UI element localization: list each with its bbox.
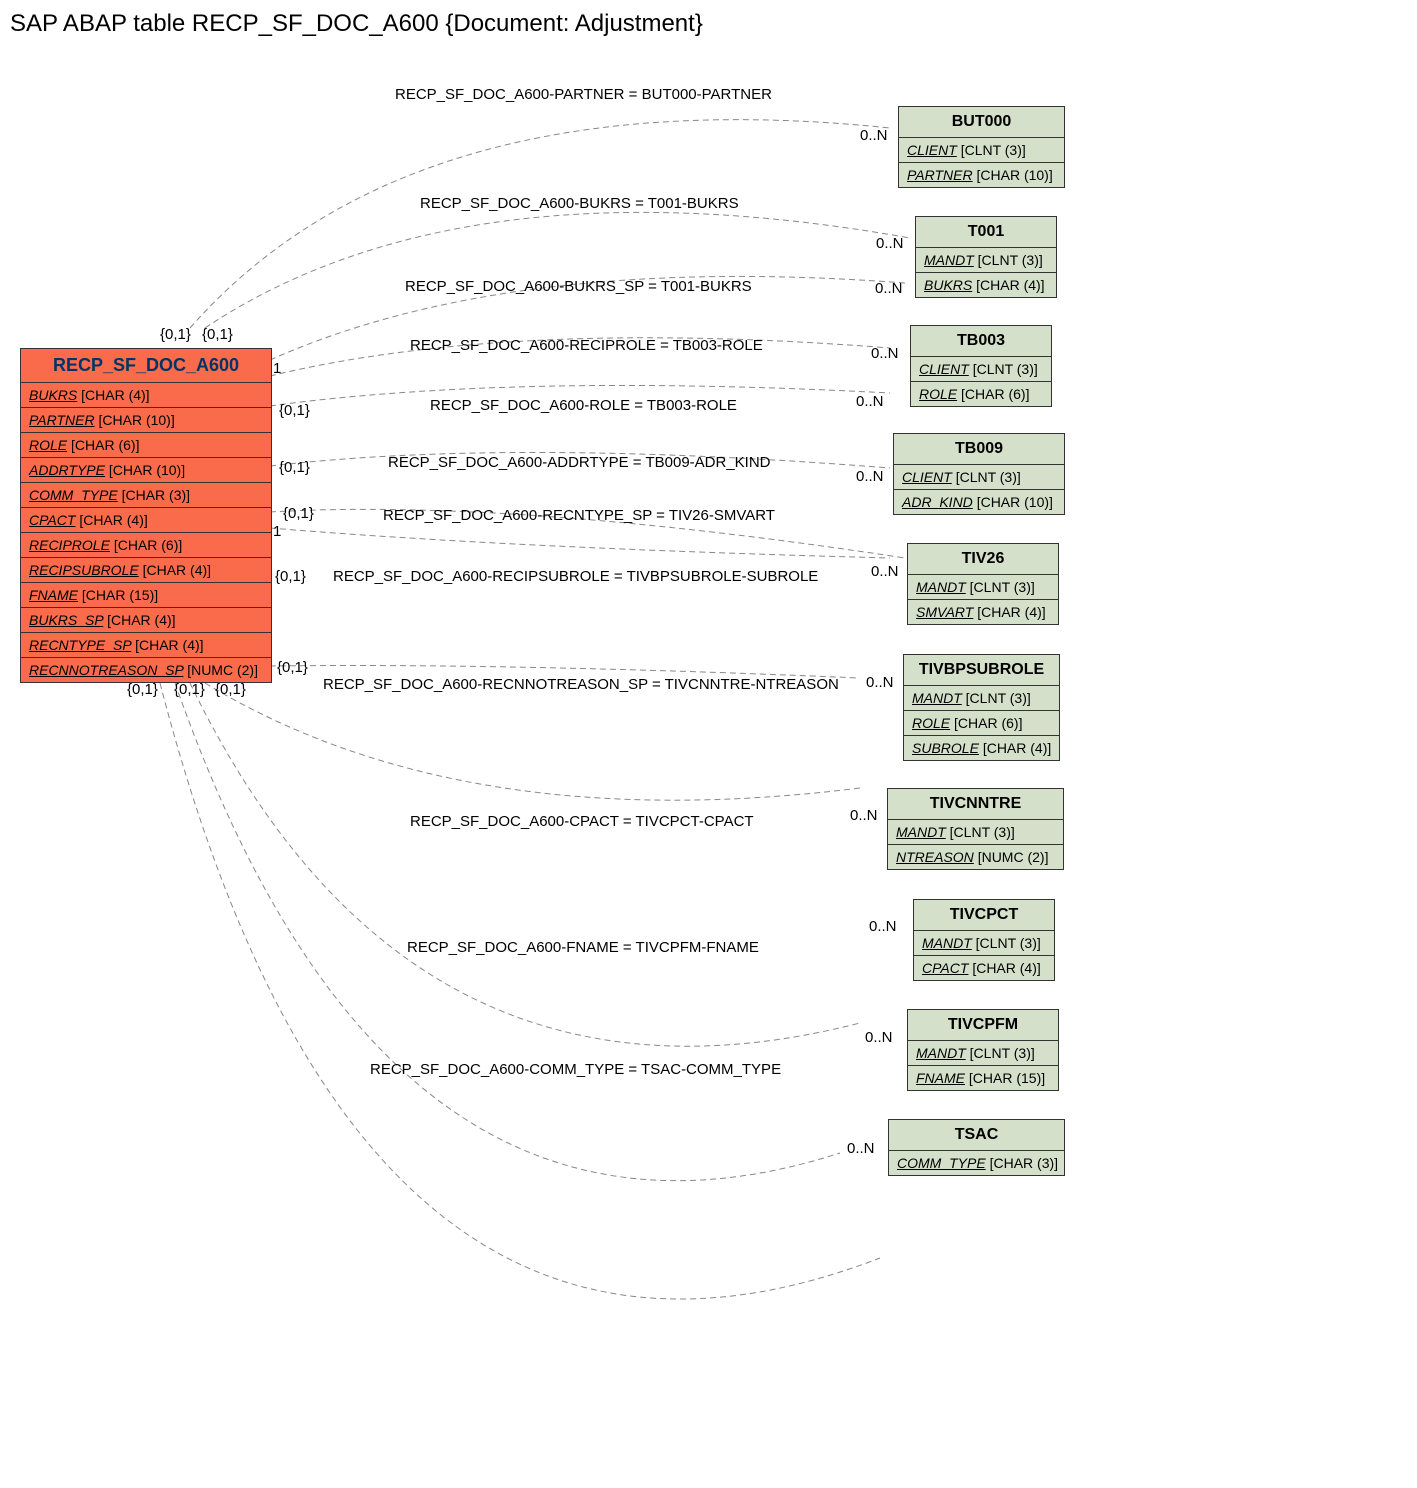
relation-label: RECP_SF_DOC_A600-RECNNOTREASON_SP = TIVC… xyxy=(323,676,839,693)
cardinality-left: 1 xyxy=(273,360,281,377)
page-title: SAP ABAP table RECP_SF_DOC_A600 {Documen… xyxy=(10,10,1407,38)
relation-label: RECP_SF_DOC_A600-RECIPSUBROLE = TIVBPSUB… xyxy=(333,568,818,585)
entity-name: TB003 xyxy=(911,326,1051,357)
field-row: MANDT [CLNT (3)] xyxy=(908,1041,1058,1066)
field-row: BUKRS [CHAR (4)] xyxy=(21,383,271,408)
cardinality-left: {0,1} xyxy=(279,402,310,419)
cardinality-right: 0..N xyxy=(875,280,903,297)
field-row: SMVART [CHAR (4)] xyxy=(908,600,1058,624)
target-entity-tiv26: TIV26 MANDT [CLNT (3)] SMVART [CHAR (4)] xyxy=(907,543,1059,625)
cardinality-left: {0,1} xyxy=(279,459,310,476)
field-row: CPACT [CHAR (4)] xyxy=(21,508,271,533)
field-row: MANDT [CLNT (3)] xyxy=(916,248,1056,273)
target-entity-tb009: TB009 CLIENT [CLNT (3)] ADR_KIND [CHAR (… xyxy=(893,433,1065,515)
cardinality-left: {0,1} xyxy=(127,681,158,698)
field-row: BUKRS_SP [CHAR (4)] xyxy=(21,608,271,633)
cardinality-left: {0,1} xyxy=(215,681,246,698)
field-row: SUBROLE [CHAR (4)] xyxy=(904,736,1059,760)
cardinality-right: 0..N xyxy=(856,468,884,485)
target-entity-tb003: TB003 CLIENT [CLNT (3)] ROLE [CHAR (6)] xyxy=(910,325,1052,407)
cardinality-right: 0..N xyxy=(871,345,899,362)
field-row: MANDT [CLNT (3)] xyxy=(908,575,1058,600)
relation-label: RECP_SF_DOC_A600-ADDRTYPE = TB009-ADR_KI… xyxy=(388,454,771,471)
cardinality-left: {0,1} xyxy=(160,326,191,343)
cardinality-left: {0,1} xyxy=(174,681,205,698)
relation-label: RECP_SF_DOC_A600-COMM_TYPE = TSAC-COMM_T… xyxy=(370,1061,781,1078)
field-row: FNAME [CHAR (15)] xyxy=(21,583,271,608)
entity-name: TIV26 xyxy=(908,544,1058,575)
cardinality-right: 0..N xyxy=(865,1029,893,1046)
target-entity-tivbpsubrole: TIVBPSUBROLE MANDT [CLNT (3)] ROLE [CHAR… xyxy=(903,654,1060,761)
field-row: BUKRS [CHAR (4)] xyxy=(916,273,1056,297)
field-row: CPACT [CHAR (4)] xyxy=(914,956,1054,980)
target-entity-t001: T001 MANDT [CLNT (3)] BUKRS [CHAR (4)] xyxy=(915,216,1057,298)
field-row: CLIENT [CLNT (3)] xyxy=(911,357,1051,382)
target-entity-but000: BUT000 CLIENT [CLNT (3)] PARTNER [CHAR (… xyxy=(898,106,1065,188)
entity-name: TIVBPSUBROLE xyxy=(904,655,1059,686)
cardinality-right: 0..N xyxy=(847,1140,875,1157)
entity-name: TIVCPFM xyxy=(908,1010,1058,1041)
cardinality-left: 1 xyxy=(273,523,281,540)
target-entity-tsac: TSAC COMM_TYPE [CHAR (3)] xyxy=(888,1119,1065,1176)
cardinality-left: {0,1} xyxy=(277,659,308,676)
entity-name: TIVCPCT xyxy=(914,900,1054,931)
cardinality-right: 0..N xyxy=(876,235,904,252)
relation-label: RECP_SF_DOC_A600-RECNTYPE_SP = TIV26-SMV… xyxy=(383,507,775,524)
field-row: CLIENT [CLNT (3)] xyxy=(894,465,1064,490)
relation-label: RECP_SF_DOC_A600-RECIPROLE = TB003-ROLE xyxy=(410,337,763,354)
main-entity-name: RECP_SF_DOC_A600 xyxy=(21,349,271,383)
relation-label: RECP_SF_DOC_A600-ROLE = TB003-ROLE xyxy=(430,397,737,414)
field-row: MANDT [CLNT (3)] xyxy=(888,820,1063,845)
relation-label: RECP_SF_DOC_A600-PARTNER = BUT000-PARTNE… xyxy=(395,86,772,103)
field-row: PARTNER [CHAR (10)] xyxy=(899,163,1064,187)
target-entity-tivcpfm: TIVCPFM MANDT [CLNT (3)] FNAME [CHAR (15… xyxy=(907,1009,1059,1091)
cardinality-left: {0,1} xyxy=(275,568,306,585)
field-row: ROLE [CHAR (6)] xyxy=(21,433,271,458)
field-row: ROLE [CHAR (6)] xyxy=(911,382,1051,406)
field-row: MANDT [CLNT (3)] xyxy=(914,931,1054,956)
main-entity: RECP_SF_DOC_A600 BUKRS [CHAR (4)] PARTNE… xyxy=(20,348,272,683)
entity-name: BUT000 xyxy=(899,107,1064,138)
field-row: NTREASON [NUMC (2)] xyxy=(888,845,1063,869)
cardinality-right: 0..N xyxy=(850,807,878,824)
relation-label: RECP_SF_DOC_A600-CPACT = TIVCPCT-CPACT xyxy=(410,813,754,830)
field-row: ADDRTYPE [CHAR (10)] xyxy=(21,458,271,483)
cardinality-right: 0..N xyxy=(860,127,888,144)
field-row: FNAME [CHAR (15)] xyxy=(908,1066,1058,1090)
field-row: PARTNER [CHAR (10)] xyxy=(21,408,271,433)
entity-name: TIVCNNTRE xyxy=(888,789,1063,820)
cardinality-left: {0,1} xyxy=(202,326,233,343)
field-row: RECIPSUBROLE [CHAR (4)] xyxy=(21,558,271,583)
cardinality-left: {0,1} xyxy=(283,505,314,522)
relation-label: RECP_SF_DOC_A600-BUKRS = T001-BUKRS xyxy=(420,195,739,212)
relation-label: RECP_SF_DOC_A600-BUKRS_SP = T001-BUKRS xyxy=(405,278,752,295)
relation-label: RECP_SF_DOC_A600-FNAME = TIVCPFM-FNAME xyxy=(407,939,759,956)
field-row: RECNNOTREASON_SP [NUMC (2)] xyxy=(21,658,271,682)
field-row: RECNTYPE_SP [CHAR (4)] xyxy=(21,633,271,658)
entity-name: TSAC xyxy=(889,1120,1064,1151)
field-row: MANDT [CLNT (3)] xyxy=(904,686,1059,711)
diagram-container: RECP_SF_DOC_A600 BUKRS [CHAR (4)] PARTNE… xyxy=(10,58,1407,1478)
field-row: ROLE [CHAR (6)] xyxy=(904,711,1059,736)
entity-name: T001 xyxy=(916,217,1056,248)
target-entity-tivcpct: TIVCPCT MANDT [CLNT (3)] CPACT [CHAR (4)… xyxy=(913,899,1055,981)
field-row: COMM_TYPE [CHAR (3)] xyxy=(889,1151,1064,1175)
field-row: ADR_KIND [CHAR (10)] xyxy=(894,490,1064,514)
cardinality-right: 0..N xyxy=(856,393,884,410)
target-entity-tivcnntre: TIVCNNTRE MANDT [CLNT (3)] NTREASON [NUM… xyxy=(887,788,1064,870)
field-row: CLIENT [CLNT (3)] xyxy=(899,138,1064,163)
field-row: RECIPROLE [CHAR (6)] xyxy=(21,533,271,558)
cardinality-right: 0..N xyxy=(871,563,899,580)
entity-name: TB009 xyxy=(894,434,1064,465)
field-row: COMM_TYPE [CHAR (3)] xyxy=(21,483,271,508)
cardinality-right: 0..N xyxy=(869,918,897,935)
cardinality-right: 0..N xyxy=(866,674,894,691)
